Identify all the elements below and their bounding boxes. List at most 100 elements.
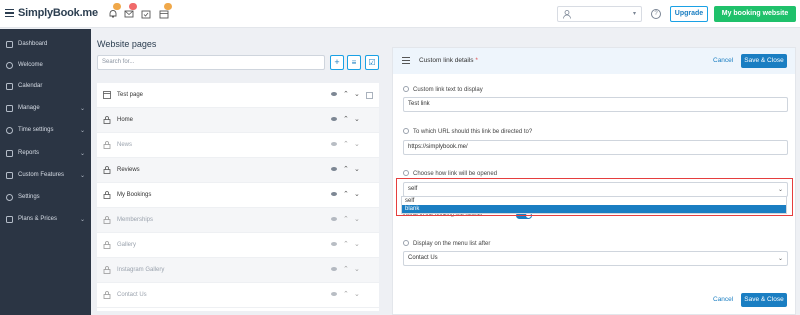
move-down-icon[interactable]: ⌄ — [354, 190, 360, 198]
link-text-label: Custom link text to display — [403, 86, 483, 93]
select-all-button[interactable]: ☑ — [365, 55, 379, 70]
help-icon[interactable]: ? — [651, 9, 661, 19]
user-select[interactable]: ▾ — [557, 6, 642, 22]
list-item[interactable]: Gallery ⌃ ⌄ — [97, 233, 379, 258]
eye-icon[interactable] — [331, 167, 337, 171]
sidebar-item-label: Reports — [18, 150, 40, 156]
chevron-down-icon: ⌄ — [777, 256, 783, 262]
move-down-icon[interactable]: ⌄ — [354, 115, 360, 123]
sidebar-item-label: Manage — [18, 105, 40, 111]
move-down-icon[interactable]: ⌄ — [354, 90, 360, 98]
sidebar-item-label: Settings — [18, 194, 40, 200]
highlight-box — [396, 178, 793, 216]
info-icon — [403, 128, 409, 134]
eye-icon[interactable] — [331, 142, 337, 146]
move-down-icon[interactable]: ⌄ — [354, 215, 360, 223]
list-item[interactable]: Reviews ⌃ ⌄ — [97, 158, 379, 183]
list-item[interactable]: Home ⌃ ⌄ — [97, 108, 379, 133]
calendar-badge — [164, 3, 172, 10]
move-up-icon[interactable]: ⌃ — [343, 115, 349, 123]
page-icon — [103, 91, 111, 99]
move-down-icon[interactable]: ⌄ — [354, 265, 360, 273]
calendar-check-icon[interactable] — [141, 9, 151, 19]
calendar-icon[interactable] — [159, 3, 172, 19]
sidebar-item-manage[interactable]: Manage ⌄ — [0, 99, 91, 119]
move-up-icon[interactable]: ⌃ — [343, 290, 349, 298]
list-item[interactable]: Memberships ⌃ ⌄ — [97, 208, 379, 233]
chevron-down-icon: ⌄ — [79, 128, 85, 134]
move-up-icon[interactable]: ⌃ — [343, 240, 349, 248]
info-icon — [403, 170, 409, 176]
eye-icon[interactable] — [331, 267, 337, 271]
list-item[interactable]: Instagram Gallery ⌃ ⌄ — [97, 258, 379, 283]
chevron-down-icon: ⌄ — [79, 151, 85, 157]
input-value: Test link — [408, 101, 430, 107]
list-item[interactable]: My Bookings ⌃ ⌄ — [97, 183, 379, 208]
bell-badge — [113, 3, 121, 10]
sidebar-item-time-settings[interactable]: Time settings ⌄ — [0, 121, 91, 141]
user-icon — [563, 10, 571, 19]
chevron-down-icon: ⌄ — [79, 217, 85, 223]
move-down-icon[interactable]: ⌄ — [354, 240, 360, 248]
sidebar-item-custom-features[interactable]: Custom Features ⌄ — [0, 166, 91, 186]
menu-icon[interactable] — [5, 9, 14, 18]
move-down-icon[interactable]: ⌄ — [354, 165, 360, 173]
sidebar-item-plans-prices[interactable]: Plans & Prices ⌄ — [0, 210, 91, 230]
sliders-icon — [402, 57, 410, 64]
eye-icon[interactable] — [331, 117, 337, 121]
mail-icon[interactable] — [124, 3, 137, 19]
row-checkbox[interactable] — [366, 92, 373, 99]
sidebar-item-label: Dashboard — [18, 41, 48, 47]
page-label: News — [117, 142, 133, 148]
lock-icon — [103, 166, 111, 174]
select-value: Contact Us — [408, 255, 438, 261]
lock-icon — [103, 266, 111, 274]
menu-after-select[interactable]: Contact Us ⌄ — [403, 251, 788, 266]
move-down-icon[interactable]: ⌄ — [354, 140, 360, 148]
sidebar-item-settings[interactable]: Settings — [0, 188, 91, 208]
logo[interactable]: SimplyBook.me — [18, 7, 98, 19]
move-up-icon[interactable]: ⌃ — [343, 190, 349, 198]
page-label: Reviews — [117, 167, 140, 173]
eye-icon[interactable] — [331, 242, 337, 246]
menu-after-label: Display on the menu list after — [403, 240, 490, 247]
sidebar-item-label: Custom Features — [18, 172, 65, 178]
eye-icon[interactable] — [331, 92, 337, 96]
compass-icon — [6, 62, 13, 69]
cancel-button[interactable]: Cancel — [713, 57, 733, 64]
list-item[interactable]: Test page ⌃ ⌄ — [97, 83, 379, 108]
sidebar-item-reports[interactable]: Reports ⌄ — [0, 144, 91, 164]
list-item[interactable]: News ⌃ ⌄ — [97, 133, 379, 158]
sidebar-item-calendar[interactable]: Calendar — [0, 77, 91, 97]
save-close-button[interactable]: Save & Close — [741, 54, 787, 68]
move-up-icon[interactable]: ⌃ — [343, 90, 349, 98]
panel-header: Custom link details * Cancel Save & Clos… — [393, 48, 795, 74]
link-text-input[interactable]: Test link — [403, 97, 788, 112]
sidebar-item-welcome[interactable]: Welcome — [0, 56, 91, 76]
sidebar-item-dashboard[interactable]: Dashboard — [0, 35, 91, 55]
top-bar: SimplyBook.me ▾ ? Upgrade My booking web… — [0, 0, 800, 28]
move-up-icon[interactable]: ⌃ — [343, 265, 349, 273]
cancel-button-bottom[interactable]: Cancel — [713, 296, 733, 303]
sidebar-item-label: Time settings — [18, 127, 54, 133]
move-up-icon[interactable]: ⌃ — [343, 215, 349, 223]
eye-icon[interactable] — [331, 292, 337, 296]
list-item[interactable]: Contact Us ⌃ ⌄ — [97, 283, 379, 308]
page-title: Website pages — [97, 39, 157, 49]
move-down-icon[interactable]: ⌄ — [354, 290, 360, 298]
save-close-button-bottom[interactable]: Save & Close — [741, 293, 787, 307]
chevron-down-icon: ▾ — [632, 11, 636, 17]
move-up-icon[interactable]: ⌃ — [343, 165, 349, 173]
list-view-button[interactable]: ≡ — [347, 55, 361, 70]
sidebar-item-label: Welcome — [18, 62, 43, 68]
bell-icon[interactable] — [108, 3, 121, 19]
eye-icon[interactable] — [331, 192, 337, 196]
my-booking-website-button[interactable]: My booking website — [714, 6, 796, 22]
add-page-button[interactable]: + — [330, 55, 344, 70]
url-input[interactable]: https://simplybook.me/ — [403, 140, 788, 155]
move-up-icon[interactable]: ⌃ — [343, 140, 349, 148]
upgrade-button[interactable]: Upgrade — [670, 6, 708, 22]
search-input[interactable]: Search for... — [97, 55, 325, 70]
eye-icon[interactable] — [331, 217, 337, 221]
clock-icon — [6, 127, 13, 134]
